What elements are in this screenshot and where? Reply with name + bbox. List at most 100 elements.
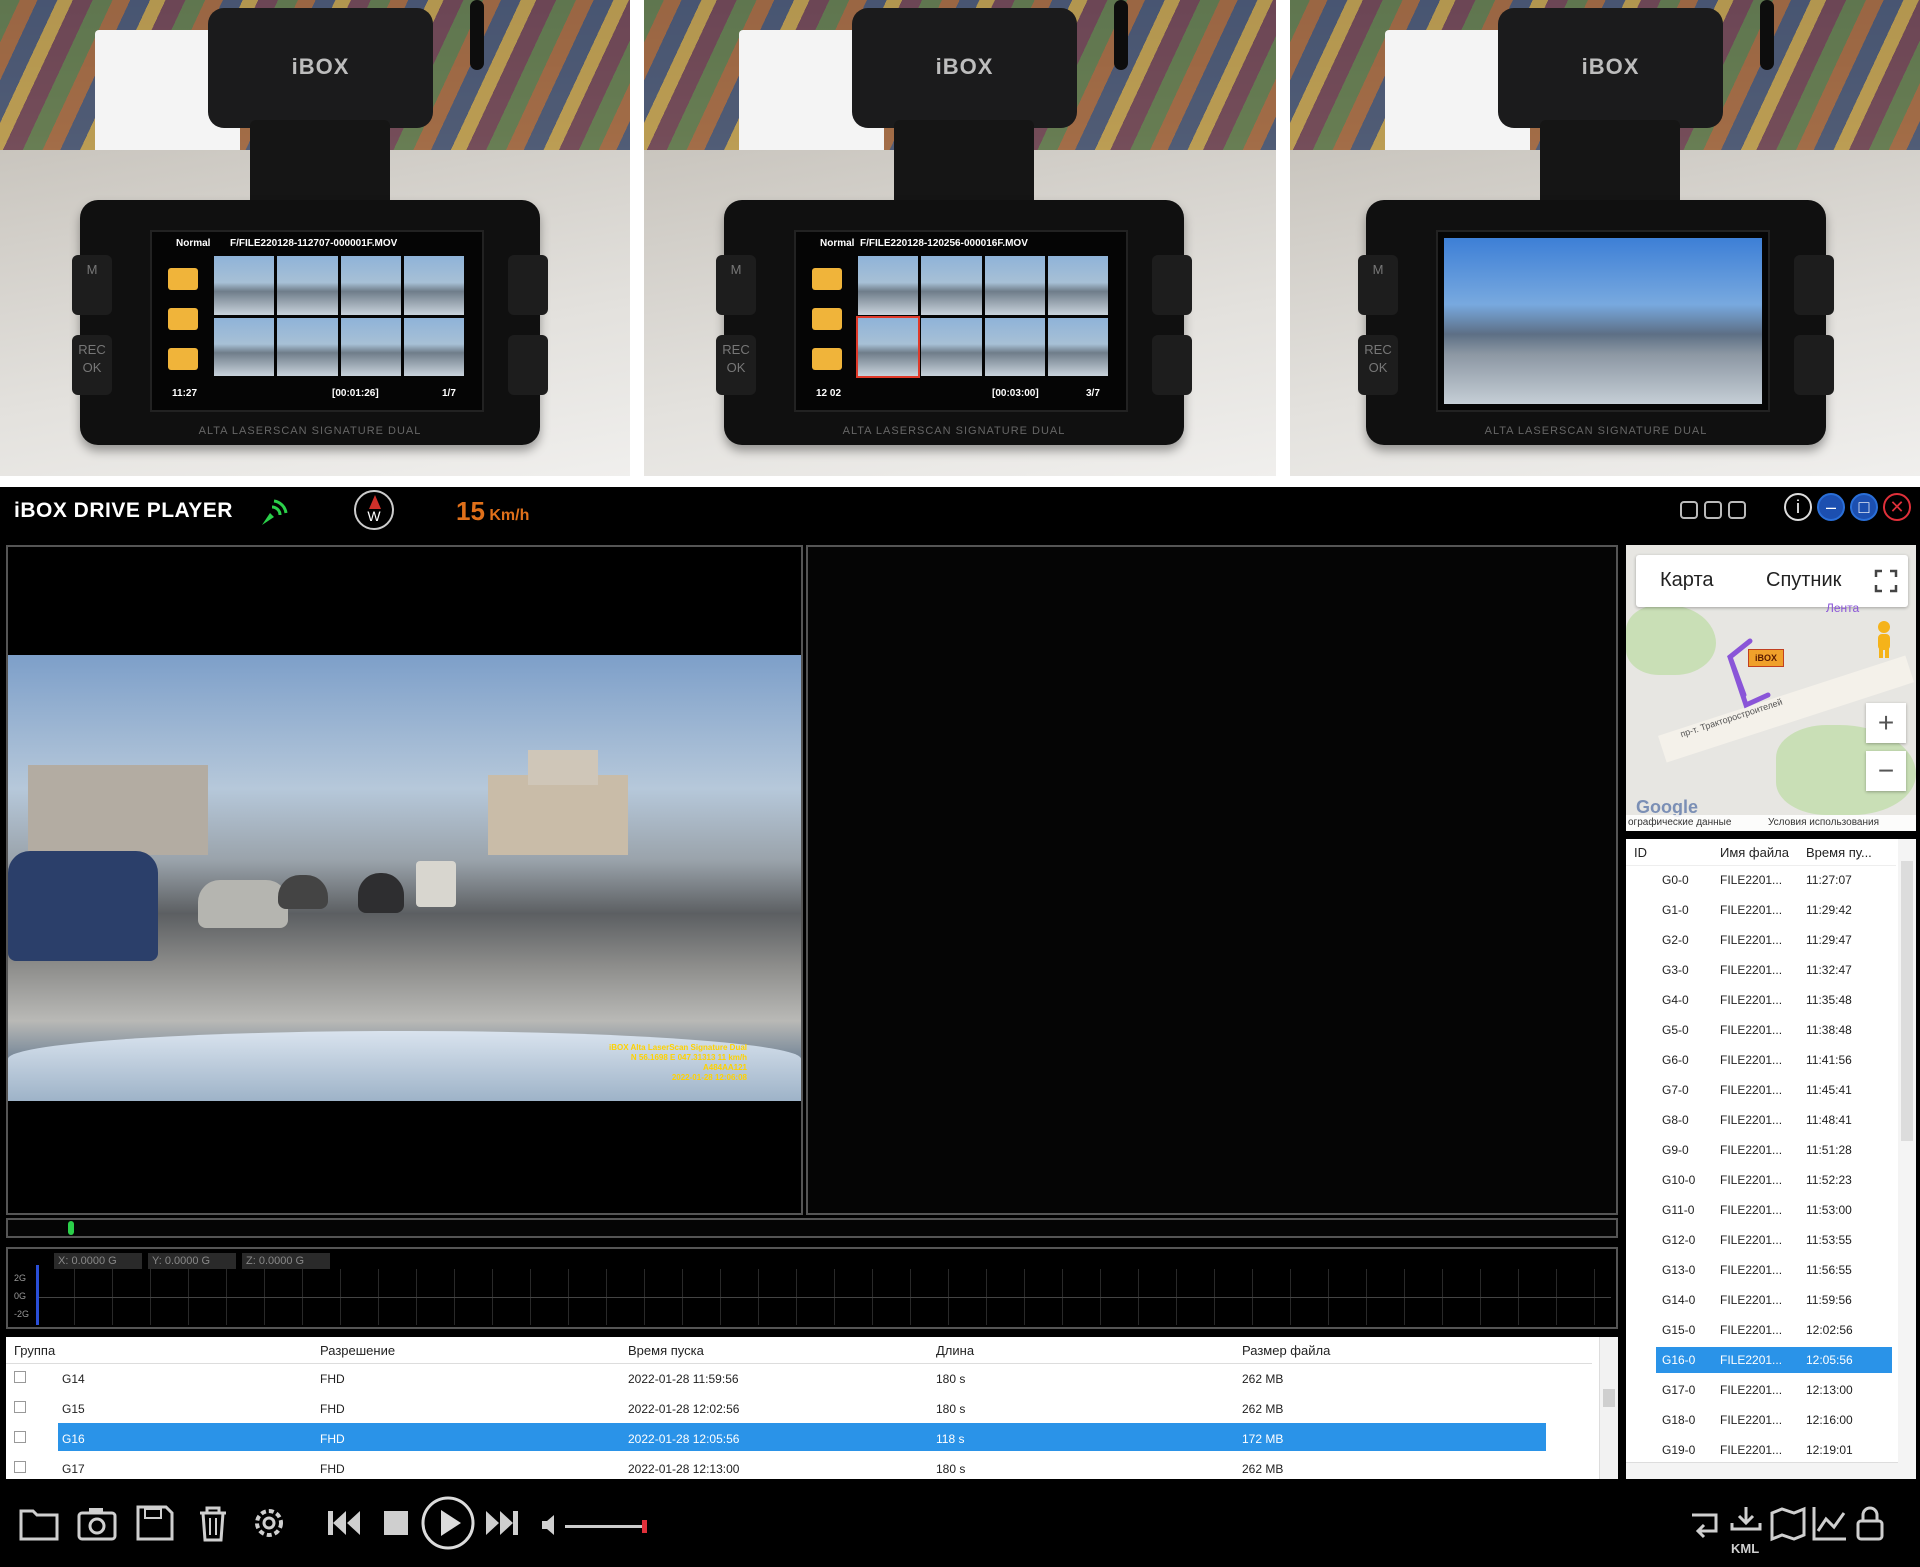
map-terms-link[interactable]: Условия использования: [1768, 817, 1879, 828]
file-list-row[interactable]: G11-0 FILE2201... 11:53:00: [1626, 1195, 1896, 1225]
layout-single-icon[interactable]: [1680, 501, 1698, 519]
col-length[interactable]: Длина: [936, 1343, 974, 1358]
row-checkbox[interactable]: [14, 1401, 26, 1413]
col-resolution[interactable]: Разрешение: [320, 1343, 395, 1358]
file-list-row[interactable]: G7-0 FILE2201... 11:45:41: [1626, 1075, 1896, 1105]
file-list-row[interactable]: G9-0 FILE2201... 11:51:28: [1626, 1135, 1896, 1165]
volume-icon[interactable]: [540, 1511, 558, 1539]
kml-export-icon[interactable]: [1726, 1503, 1766, 1543]
cell-group: G14: [62, 1372, 85, 1386]
cell-id: G12-0: [1662, 1233, 1696, 1247]
volume-slider[interactable]: [565, 1520, 647, 1533]
col-file-name[interactable]: Имя файла: [1720, 845, 1789, 860]
maximize-button[interactable]: □: [1850, 493, 1878, 521]
scrollbar-thumb[interactable]: [1603, 1389, 1615, 1407]
col-group[interactable]: Группа: [14, 1343, 55, 1358]
g-axis-label-mid: 0G: [14, 1291, 27, 1301]
cell-resolution: FHD: [320, 1402, 345, 1416]
col-id[interactable]: ID: [1634, 845, 1647, 860]
row-checkbox[interactable]: [14, 1431, 26, 1443]
close-button[interactable]: ✕: [1883, 493, 1911, 521]
tab-map[interactable]: Карта: [1660, 569, 1714, 592]
file-list-row[interactable]: G3-0 FILE2201... 11:32:47: [1626, 955, 1896, 985]
table-row-selected[interactable]: G16 FHD 2022-01-28 12:05:56 118 s 172 MB: [6, 1423, 1592, 1453]
fullscreen-icon[interactable]: [1874, 569, 1898, 593]
cell-file-size: 262 MB: [1242, 1462, 1284, 1476]
file-list-row[interactable]: G17-0 FILE2201... 12:13:00: [1626, 1375, 1896, 1405]
file-list-row[interactable]: G15-0 FILE2201... 12:02:56: [1626, 1315, 1896, 1345]
cell-group: G17: [62, 1462, 85, 1476]
cell-time: 11:59:56: [1806, 1293, 1852, 1307]
scrollbar-thumb[interactable]: [1901, 861, 1913, 1141]
street-view-pegman-icon[interactable]: [1870, 619, 1898, 659]
previous-file-icon[interactable]: [324, 1503, 364, 1543]
file-list-row[interactable]: G19-0 FILE2201... 12:19:01: [1626, 1435, 1896, 1465]
file-list-row[interactable]: G10-0 FILE2201... 11:52:23: [1626, 1165, 1896, 1195]
osd-clock: 12 02: [816, 388, 842, 399]
file-table-scrollbar[interactable]: [1599, 1337, 1618, 1479]
g-axis-label-bottom: -2G: [14, 1309, 30, 1319]
cell-id: G0-0: [1662, 873, 1689, 887]
file-list-row[interactable]: G13-0 FILE2201... 11:56:55: [1626, 1255, 1896, 1285]
front-camera-view[interactable]: iBOX Alta LaserScan Signature Dual N 56.…: [6, 545, 803, 1215]
file-list-hscrollbar[interactable]: [1626, 1462, 1898, 1479]
file-list-scrollbar[interactable]: [1898, 839, 1916, 1479]
stamp-line-2: N 56.1698 E 047.31313 11 km/h: [630, 1053, 747, 1062]
col-start[interactable]: Время пу...: [1806, 845, 1872, 860]
cell-name: FILE2201...: [1720, 1023, 1783, 1037]
g-sensor-graph: X: 0.0000 G Y: 0.0000 G Z: 0.0000 G 2G 0…: [6, 1247, 1618, 1329]
file-list-row[interactable]: G18-0 FILE2201... 12:16:00: [1626, 1405, 1896, 1435]
loop-icon[interactable]: [1686, 1503, 1722, 1543]
row-checkbox[interactable]: [14, 1461, 26, 1473]
info-button[interactable]: i: [1784, 493, 1812, 521]
layout-dual-icon[interactable]: [1704, 501, 1722, 519]
layout-pip-icon[interactable]: [1728, 501, 1746, 519]
file-list-row[interactable]: G4-0 FILE2201... 11:35:48: [1626, 985, 1896, 1015]
stop-icon[interactable]: [378, 1503, 414, 1543]
file-list-row-selected[interactable]: G16-0 FILE2201... 12:05:56: [1626, 1345, 1896, 1375]
cell-id: G9-0: [1662, 1143, 1689, 1157]
playback-timeline[interactable]: [6, 1218, 1618, 1238]
open-folder-icon[interactable]: [18, 1503, 60, 1543]
file-list-row[interactable]: G8-0 FILE2201... 11:48:41: [1626, 1105, 1896, 1135]
table-row[interactable]: G17 FHD 2022-01-28 12:13:00 180 s 262 MB: [6, 1453, 1592, 1479]
minimize-button[interactable]: –: [1817, 493, 1845, 521]
tab-satellite[interactable]: Спутник: [1766, 569, 1841, 592]
lock-icon[interactable]: [1852, 1503, 1888, 1543]
file-list-row[interactable]: G12-0 FILE2201... 11:53:55: [1626, 1225, 1896, 1255]
file-list-row[interactable]: G14-0 FILE2201... 11:59:56: [1626, 1285, 1896, 1315]
cell-name: FILE2201...: [1720, 1143, 1783, 1157]
map-panel[interactable]: iBOX пр-т. Тракторостроителей Карта Спут…: [1626, 545, 1916, 831]
file-list-row[interactable]: G2-0 FILE2201... 11:29:47: [1626, 925, 1896, 955]
col-start-time[interactable]: Время пуска: [628, 1343, 704, 1358]
button-m: M: [716, 255, 756, 315]
photo-2: iBOX M REC OK Normal F/FILE220128-120256-…: [644, 0, 1276, 476]
zoom-in-button[interactable]: +: [1866, 703, 1906, 743]
chart-icon[interactable]: [1810, 1503, 1850, 1543]
col-file-size[interactable]: Размер файла: [1242, 1343, 1330, 1358]
table-row[interactable]: G15 FHD 2022-01-28 12:02:56 180 s 262 MB: [6, 1393, 1592, 1423]
table-row[interactable]: G14 FHD 2022-01-28 11:59:56 180 s 262 MB: [6, 1363, 1592, 1393]
snapshot-icon[interactable]: [76, 1503, 118, 1543]
zoom-out-button[interactable]: −: [1866, 751, 1906, 791]
folder-icon: [168, 268, 198, 290]
cell-time: 11:41:56: [1806, 1053, 1852, 1067]
save-icon[interactable]: [134, 1503, 176, 1543]
button-lock: [1794, 255, 1834, 315]
map-data-link[interactable]: ографические данные: [1628, 817, 1731, 828]
next-file-icon[interactable]: [482, 1503, 522, 1543]
row-checkbox[interactable]: [14, 1371, 26, 1383]
file-list-row[interactable]: G5-0 FILE2201... 11:38:48: [1626, 1015, 1896, 1045]
locked-folder-icon: [812, 308, 842, 330]
delete-icon[interactable]: [192, 1503, 234, 1543]
file-list-row[interactable]: G1-0 FILE2201... 11:29:42: [1626, 895, 1896, 925]
cell-time: 11:38:48: [1806, 1023, 1852, 1037]
rear-camera-view[interactable]: [806, 545, 1618, 1215]
file-list-row[interactable]: G0-0 FILE2201... 11:27:07: [1626, 865, 1896, 895]
settings-gear-icon[interactable]: [248, 1503, 290, 1543]
play-icon[interactable]: [420, 1495, 476, 1551]
file-list-row[interactable]: G6-0 FILE2201... 11:41:56: [1626, 1045, 1896, 1075]
cell-name: FILE2201...: [1720, 903, 1783, 917]
timeline-position-handle[interactable]: [68, 1221, 74, 1235]
map-export-icon[interactable]: [1768, 1503, 1808, 1543]
